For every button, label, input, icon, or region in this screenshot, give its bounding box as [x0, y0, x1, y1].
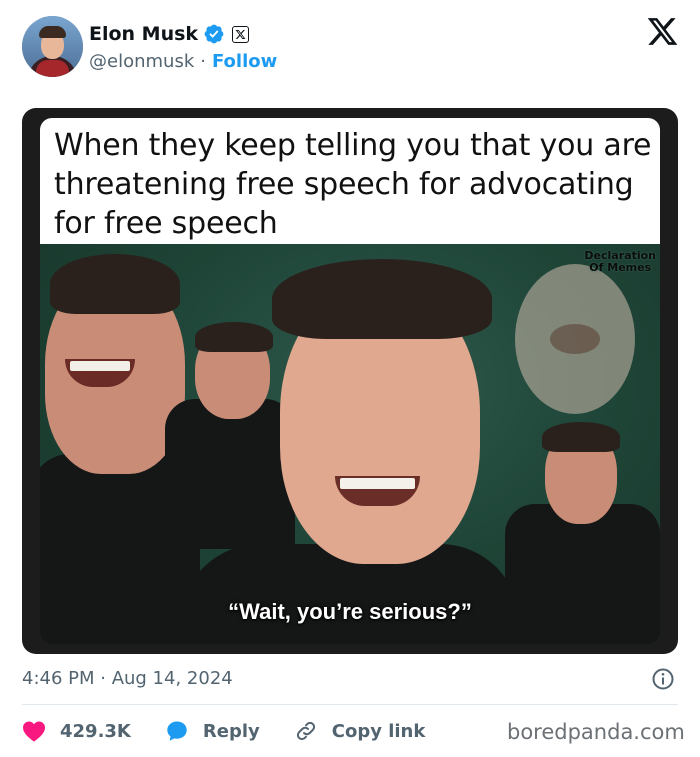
- handle-separator: ·: [200, 50, 206, 72]
- footer-divider: [22, 704, 678, 705]
- source-watermark: boredpanda.com: [507, 720, 685, 744]
- like-count: 429.3K: [60, 720, 131, 742]
- x-affiliate-icon: [232, 25, 250, 43]
- author-handle-row: @elonmusk · Follow: [89, 50, 277, 72]
- copy-link-label: Copy link: [331, 720, 426, 742]
- follow-button[interactable]: Follow: [212, 51, 277, 72]
- like-button[interactable]: 429.3K: [22, 720, 131, 742]
- heart-icon: [23, 721, 45, 742]
- info-icon[interactable]: [651, 667, 675, 691]
- tweet-timestamp[interactable]: 4:46 PM · Aug 14, 2024: [22, 668, 233, 689]
- author-handle[interactable]: @elonmusk: [89, 51, 194, 72]
- link-icon: [296, 721, 315, 741]
- verified-badge-icon: [204, 24, 224, 44]
- avatar[interactable]: [22, 16, 83, 77]
- meme-caption-panel: When they keep telling you that you are …: [40, 118, 660, 254]
- copy-link-button[interactable]: Copy link: [294, 719, 426, 743]
- reply-bubble-icon: [167, 721, 187, 741]
- author-name[interactable]: Elon Musk: [89, 23, 198, 45]
- author-name-row: Elon Musk: [89, 22, 250, 46]
- meme-watermark: Declaration Of Memes: [584, 249, 656, 274]
- tweet-card: Elon Musk @elonmusk · Follow When they k…: [0, 0, 700, 757]
- x-logo-icon[interactable]: [646, 15, 679, 48]
- tweet-actions: 429.3K Reply Copy link: [22, 716, 459, 746]
- reply-label: Reply: [202, 720, 260, 742]
- tweet-media[interactable]: When they keep telling you that you are …: [22, 108, 678, 654]
- meme-caption: When they keep telling you that you are …: [54, 128, 652, 241]
- reply-button[interactable]: Reply: [165, 719, 260, 743]
- meme-photo: Declaration Of Memes “Wait, you’re serio…: [40, 244, 660, 644]
- meme-subtitle: “Wait, you’re serious?”: [228, 599, 472, 624]
